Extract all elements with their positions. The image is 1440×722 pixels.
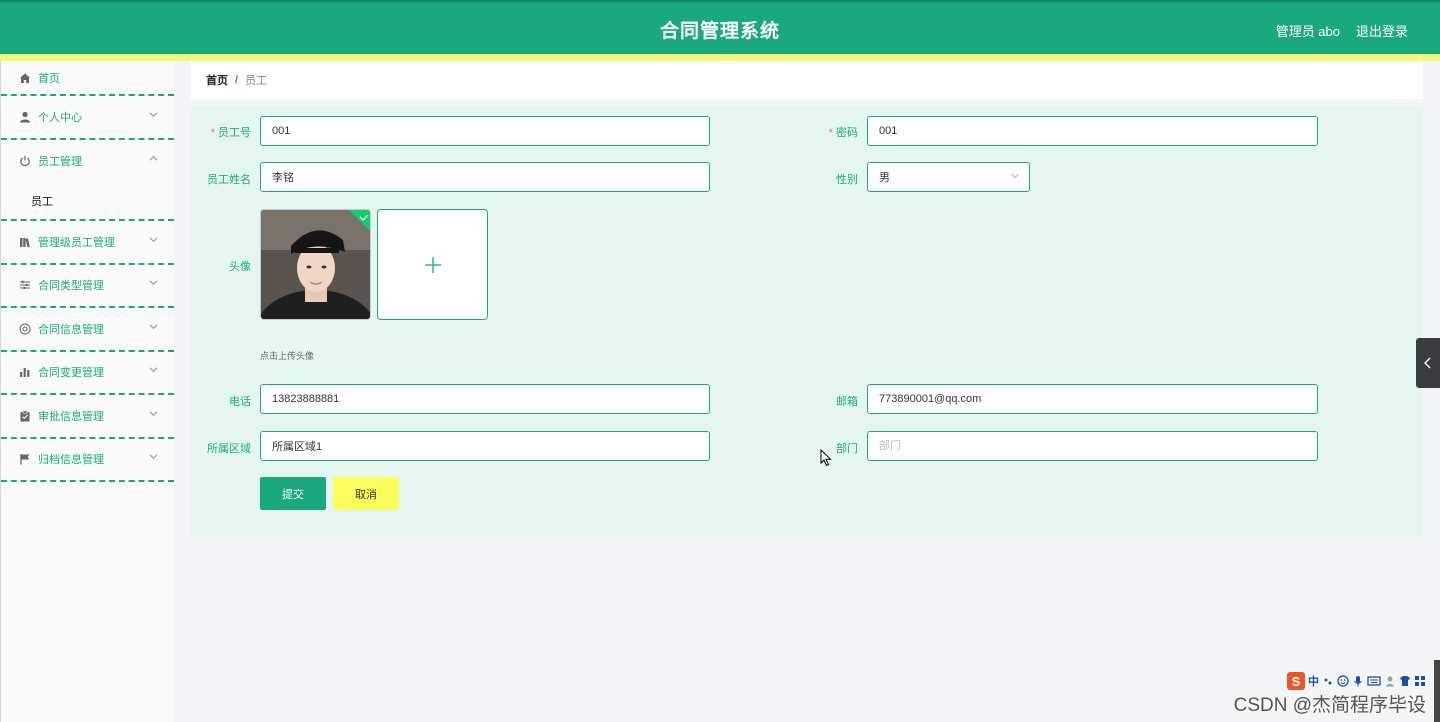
emoji-icon[interactable] — [1337, 675, 1349, 687]
plus-icon — [424, 256, 441, 273]
window-scrollbar[interactable] — [1434, 660, 1440, 722]
flag-icon — [19, 453, 31, 465]
books-icon — [19, 236, 31, 248]
sidebar-item-employee-mgmt[interactable]: 员工管理 — [1, 140, 174, 184]
breadcrumb-separator: / — [235, 74, 239, 86]
submit-button[interactable]: 提交 — [260, 477, 326, 510]
region-label: 所属区域 — [207, 443, 251, 455]
bar-chart-icon — [19, 366, 31, 378]
sidebar-item-label: 归档信息管理 — [38, 454, 104, 467]
sidebar-item-label: 管理级员工管理 — [38, 236, 115, 249]
logout-link[interactable]: 退出登录 — [1356, 21, 1408, 40]
avatar-upload-hint: 点击上传头像 — [260, 351, 315, 361]
ime-toolbar: S 中 — [1287, 672, 1426, 690]
email-label: 邮箱 — [836, 396, 858, 408]
breadcrumb-current: 员工 — [245, 75, 268, 87]
name-label: 员工姓名 — [207, 174, 251, 186]
sliders-icon — [19, 279, 31, 291]
at-icon — [19, 323, 31, 335]
home-icon — [19, 72, 31, 84]
toolbox-grid-icon[interactable] — [1414, 675, 1426, 687]
sidebar-item-profile[interactable]: 个人中心 — [1, 96, 174, 140]
chevron-down-icon — [1011, 171, 1019, 179]
email-input[interactable] — [867, 384, 1318, 414]
app-title: 合同管理系统 — [659, 21, 780, 42]
chevron-down-icon — [149, 409, 158, 421]
current-user: 管理员 abo — [1275, 24, 1340, 39]
clipboard-icon — [19, 410, 31, 422]
required-mark: * — [210, 127, 215, 139]
skin-shirt-icon[interactable] — [1399, 675, 1411, 687]
sogou-logo-icon[interactable]: S — [1287, 672, 1305, 690]
sidebar-item-label: 合同变更管理 — [38, 367, 104, 380]
chevron-down-icon — [149, 365, 158, 377]
password-label: * 密码 — [828, 127, 858, 139]
sidebar-item-home[interactable]: 首页 — [1, 61, 174, 96]
phone-label: 电话 — [229, 396, 251, 408]
avatar-preview[interactable] — [260, 209, 371, 320]
cancel-button[interactable]: 取消 — [333, 477, 399, 510]
top-header: 合同管理系统 管理员 abo 退出登录 — [0, 0, 1440, 54]
sidebar-item-label: 员工管理 — [38, 156, 82, 169]
sidebar-item-label: 审批信息管理 — [38, 410, 104, 423]
chevron-down-icon — [149, 452, 158, 464]
gender-label: 性别 — [836, 174, 858, 186]
employee-no-input[interactable] — [260, 116, 710, 146]
gender-select[interactable]: 男 — [867, 162, 1030, 192]
sidebar-item-label: 合同信息管理 — [38, 323, 104, 336]
required-mark: * — [828, 127, 833, 139]
employee-no-label: * 员工号 — [210, 127, 251, 139]
password-input[interactable] — [867, 116, 1318, 146]
phone-input[interactable] — [260, 384, 710, 414]
chevron-left-icon — [1424, 357, 1431, 369]
sidebar: 首页 个人中心 员工管理 员工 管理级员工管理 合同类型管理 合同信息管理 合同… — [0, 61, 174, 722]
gender-selected-value: 男 — [879, 172, 890, 184]
punctuation-icon[interactable] — [1322, 675, 1334, 687]
chevron-down-icon — [149, 322, 158, 334]
microphone-icon[interactable] — [1352, 675, 1364, 687]
user-icon — [19, 111, 31, 123]
sidebar-item-contract-info[interactable]: 合同信息管理 — [1, 308, 174, 352]
collapse-panel-tab[interactable] — [1416, 338, 1440, 388]
department-input[interactable] — [867, 431, 1318, 461]
chevron-down-icon — [149, 278, 158, 290]
region-input[interactable] — [260, 431, 710, 461]
sidebar-item-contract-change[interactable]: 合同变更管理 — [1, 352, 174, 395]
sidebar-item-archive[interactable]: 归档信息管理 — [1, 439, 174, 482]
sidebar-subitem-employee[interactable]: 员工 — [1, 183, 174, 221]
header-accent-strip — [0, 54, 1440, 61]
chevron-down-icon — [149, 110, 158, 122]
chevron-down-icon — [149, 235, 158, 247]
sidebar-item-manager-staff[interactable]: 管理级员工管理 — [1, 221, 174, 265]
watermark-text: CSDN @杰简程序毕设 — [1233, 695, 1426, 716]
avatar-label: 头像 — [229, 261, 251, 273]
power-icon — [19, 155, 31, 167]
name-input[interactable] — [260, 162, 710, 192]
sidebar-item-label: 合同类型管理 — [38, 280, 104, 293]
avatar-image — [261, 210, 370, 319]
breadcrumb-home[interactable]: 首页 — [206, 72, 228, 88]
user-center-icon[interactable] — [1384, 675, 1396, 687]
mouse-cursor-icon — [820, 448, 832, 472]
sidebar-item-label: 个人中心 — [38, 111, 82, 124]
sidebar-item-label: 首页 — [38, 72, 60, 85]
sidebar-item-contract-type[interactable]: 合同类型管理 — [1, 265, 174, 308]
employee-form: *员工号 *密码 员工姓名 性别 男 头像 点击上传头像 — [191, 107, 1423, 536]
sidebar-item-approval[interactable]: 审批信息管理 — [1, 395, 174, 439]
breadcrumb: 首页 / 员工 — [191, 61, 1423, 99]
keyboard-icon[interactable] — [1367, 675, 1381, 687]
avatar-upload-button[interactable] — [377, 209, 488, 320]
ime-mode-indicator[interactable]: 中 — [1308, 673, 1319, 689]
chevron-up-icon — [149, 154, 158, 166]
